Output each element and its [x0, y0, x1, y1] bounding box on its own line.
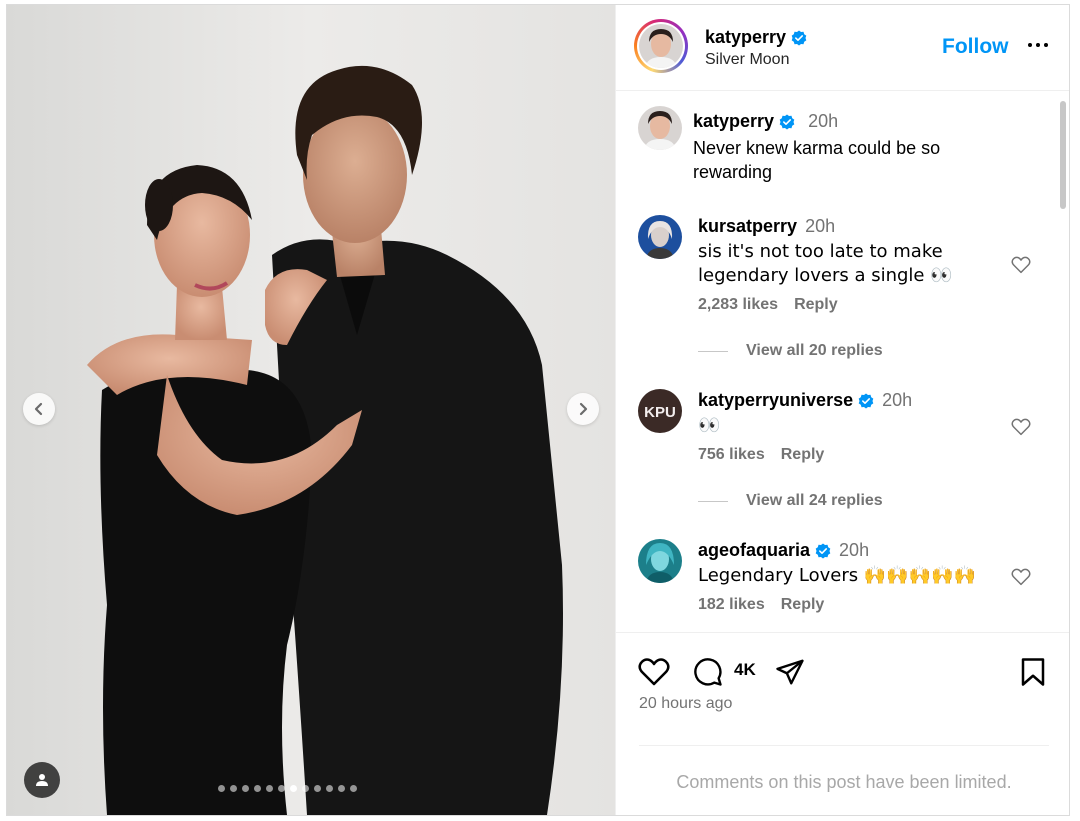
- author-username[interactable]: katyperry: [705, 27, 807, 48]
- carousel-dot[interactable]: [254, 785, 261, 792]
- divider: [698, 500, 728, 502]
- post-media[interactable]: [7, 5, 615, 815]
- carousel-dot[interactable]: [290, 785, 297, 792]
- avatar: [639, 24, 683, 68]
- carousel-dot[interactable]: [278, 785, 285, 792]
- carousel-dot[interactable]: [242, 785, 249, 792]
- comment-username[interactable]: ageofaquaria: [698, 540, 810, 561]
- author-avatar[interactable]: [634, 19, 688, 73]
- carousel-dot[interactable]: [350, 785, 357, 792]
- comment-meta: 2,283 likes Reply: [698, 296, 838, 314]
- author-name[interactable]: katyperry: [705, 27, 786, 48]
- comment-likes[interactable]: 2,283 likes: [698, 296, 778, 314]
- carousel-dot[interactable]: [230, 785, 237, 792]
- carousel-dot[interactable]: [218, 785, 225, 792]
- post-time-ago[interactable]: 20 hours ago: [639, 695, 732, 713]
- comments-limited-notice: Comments on this post have been limited.: [639, 745, 1049, 793]
- carousel-dot[interactable]: [326, 785, 333, 792]
- comment-meta: 182 likes Reply: [698, 596, 824, 614]
- comment-time[interactable]: 20h: [839, 540, 869, 561]
- carousel-dot[interactable]: [314, 785, 321, 792]
- carousel-indicator: [218, 785, 357, 792]
- heart-icon[interactable]: [1011, 568, 1031, 586]
- verified-badge-icon: [815, 543, 831, 558]
- user-tag-icon: [36, 774, 48, 786]
- avatar[interactable]: KPU: [638, 389, 682, 433]
- reply-button[interactable]: Reply: [781, 446, 825, 464]
- tagged-users-button[interactable]: [24, 762, 60, 798]
- carousel-dot[interactable]: [338, 785, 345, 792]
- caption-time[interactable]: 20h: [808, 111, 838, 132]
- follow-button[interactable]: Follow: [942, 35, 1009, 59]
- heart-icon[interactable]: [1011, 256, 1031, 274]
- avatar[interactable]: [638, 539, 682, 583]
- verified-badge-icon: [858, 393, 874, 408]
- previous-slide-button[interactable]: [23, 393, 55, 425]
- comment-username[interactable]: katyperryuniverse: [698, 390, 853, 411]
- caption-username[interactable]: katyperry: [693, 111, 774, 132]
- avatar[interactable]: [638, 215, 682, 259]
- caption-text: Never knew karma could be so rewarding: [693, 138, 941, 182]
- verified-badge-icon: [791, 30, 807, 45]
- heart-icon[interactable]: [638, 657, 670, 687]
- bookmark-icon[interactable]: [1020, 657, 1046, 687]
- comment-icon[interactable]: [692, 657, 724, 687]
- chevron-right-icon: [579, 402, 588, 416]
- comment-likes[interactable]: 756 likes: [698, 446, 765, 464]
- comment-time[interactable]: 20h: [805, 216, 835, 237]
- post-actions: 4K 20 hours ago Comments on this post ha…: [616, 632, 1069, 815]
- reply-button[interactable]: Reply: [794, 296, 838, 314]
- comments-list: katyperry 20h Never knew karma could be …: [616, 92, 1069, 632]
- share-icon[interactable]: [774, 657, 806, 687]
- post-modal: katyperry Silver Moon Follow katyperry 2…: [6, 4, 1070, 816]
- view-replies-button[interactable]: View all 24 replies: [698, 492, 883, 510]
- comment-text: sis it's not too late to make legendary …: [698, 241, 953, 286]
- avatar[interactable]: [638, 106, 682, 150]
- verified-badge-icon: [779, 114, 795, 129]
- carousel-dot[interactable]: [302, 785, 309, 792]
- next-slide-button[interactable]: [567, 393, 599, 425]
- post-details-panel: katyperry Silver Moon Follow katyperry 2…: [615, 5, 1069, 815]
- comment-time[interactable]: 20h: [882, 390, 912, 411]
- heart-icon[interactable]: [1011, 418, 1031, 436]
- carousel-dot[interactable]: [266, 785, 273, 792]
- comment-meta: 756 likes Reply: [698, 446, 824, 464]
- comment-text: 👀: [698, 415, 721, 436]
- more-icon[interactable]: [1026, 39, 1050, 51]
- divider: [698, 350, 728, 352]
- comment-likes[interactable]: 182 likes: [698, 596, 765, 614]
- post-photo: [7, 5, 615, 815]
- comment-username[interactable]: kursatperry: [698, 216, 797, 237]
- comment-count[interactable]: 4K: [734, 660, 756, 680]
- view-replies-button[interactable]: View all 20 replies: [698, 342, 883, 360]
- chevron-left-icon: [34, 402, 43, 416]
- view-replies-label[interactable]: View all 24 replies: [746, 492, 883, 510]
- post-header: katyperry Silver Moon Follow: [616, 5, 1069, 91]
- comment-text: Legendary Lovers 🙌🙌🙌🙌🙌: [698, 565, 976, 586]
- view-replies-label[interactable]: View all 20 replies: [746, 342, 883, 360]
- post-location[interactable]: Silver Moon: [705, 51, 789, 69]
- reply-button[interactable]: Reply: [781, 596, 825, 614]
- avatar-kpu-text: KPU: [644, 404, 676, 421]
